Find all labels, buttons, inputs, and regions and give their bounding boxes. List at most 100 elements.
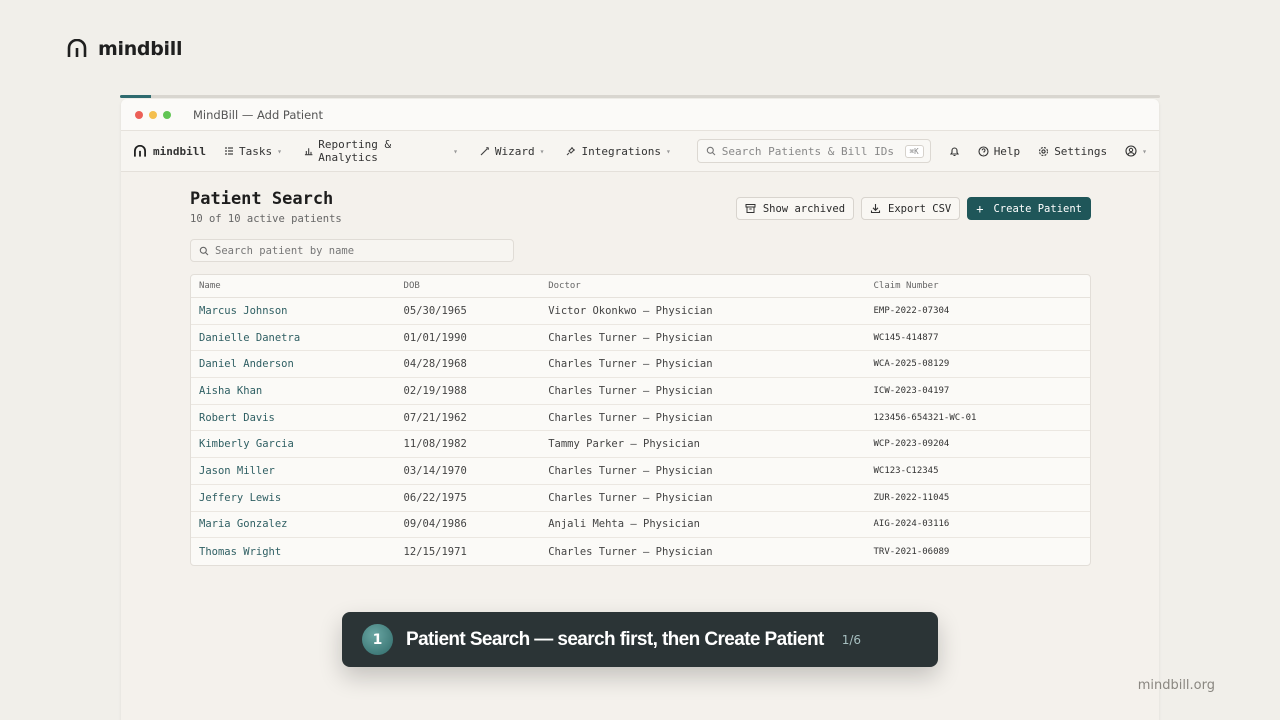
patient-doctor: Tammy Parker — Physician (548, 438, 700, 451)
nav-item-label: Reporting & Analytics (318, 138, 392, 164)
table-row[interactable]: Maria Gonzalez 09/04/1986 Anjali Mehta — P… (191, 512, 1090, 539)
patient-doctor: Charles Turner — Physician (548, 464, 713, 477)
brand-name: mindbill (98, 38, 183, 60)
patient-name-link[interactable]: Robert Davis (191, 412, 404, 424)
nav-item-label: Tasks (238, 144, 273, 158)
download-icon (870, 204, 881, 214)
patient-doctor: Charles Turner — Physician (548, 491, 713, 504)
table-header: Name DOB Doctor Claim Number (191, 275, 1090, 298)
settings-button[interactable]: Settings (1038, 145, 1107, 158)
help-icon (978, 145, 989, 157)
patient-dob: 02/19/1988 (403, 384, 467, 397)
patient-dob: 11/08/1982 (403, 438, 467, 451)
table-row[interactable]: Jason Miller 03/14/1970 Charles Turner — P… (191, 458, 1090, 485)
patient-dob: 09/04/1986 (403, 518, 467, 531)
global-search-placeholder: Search Patients & Bill IDs (721, 144, 894, 158)
patient-claim-number: 123456-654321-WC-01 (873, 412, 977, 423)
table-row[interactable]: Aisha Khan 02/19/1988 Charles Turner — Phy… (191, 378, 1090, 405)
patient-name-link[interactable]: Jeffery Lewis (191, 492, 404, 504)
search-shortcut-badge: ⌘K (904, 144, 924, 158)
nav-item-reporting[interactable]: Reporting & Analytics ▾ (304, 138, 458, 164)
chevron-down-icon: ▾ (665, 146, 671, 156)
patient-doctor: Anjali Mehta — Physician (548, 518, 700, 531)
column-header-doctor[interactable]: Doctor (548, 281, 873, 291)
patients-table: Name DOB Doctor Claim Number Marcus John… (190, 274, 1091, 566)
progress-fill (120, 95, 152, 98)
patient-doctor: Victor Okonkwo — Physician (548, 304, 713, 317)
nav-item-label: Wizard (494, 144, 535, 158)
patient-name-link[interactable]: Danielle Danetra (191, 332, 404, 344)
tour-step-toast: 1 Patient Search — search first, then Cr… (342, 612, 938, 667)
help-button[interactable]: Help (978, 144, 1021, 158)
patient-search-placeholder: Search patient by name (215, 244, 355, 257)
chevron-down-icon: ▾ (539, 146, 545, 156)
patient-dob: 01/01/1990 (403, 331, 467, 344)
patient-claim-number: TRV-2021-06089 (873, 546, 950, 557)
patient-name-link[interactable]: Jason Miller (191, 465, 404, 477)
table-row[interactable]: Marcus Johnson 05/30/1965 Victor Okonkwo —… (191, 298, 1090, 325)
patient-name-link[interactable]: Thomas Wright (191, 546, 404, 558)
global-search-input[interactable]: Search Patients & Bill IDs ⌘K (696, 139, 931, 163)
top-navbar: mindbill Tasks ▾ Reporting & Analytics ▾… (121, 131, 1159, 172)
footer-url[interactable]: mindbill.org (1138, 678, 1215, 693)
patient-name-link[interactable]: Aisha Khan (191, 385, 404, 397)
step-counter: 1/6 (841, 632, 862, 647)
table-body: Marcus Johnson 05/30/1965 Victor Okonkwo —… (191, 298, 1090, 565)
close-window-dot[interactable] (135, 110, 143, 119)
column-header-name[interactable]: Name (191, 281, 404, 291)
chevron-down-icon: ▾ (1142, 146, 1147, 156)
column-header-claim-number[interactable]: Claim Number (873, 281, 1090, 291)
help-label: Help (993, 144, 1021, 158)
magic-wand-icon (480, 147, 489, 156)
create-patient-button[interactable]: + Create Patient (967, 197, 1091, 220)
export-csv-label: Export CSV (888, 202, 952, 215)
table-row[interactable]: Kimberly Garcia 11/08/1982 Tammy Parker — … (191, 431, 1090, 459)
nav-item-tasks[interactable]: Tasks ▾ (224, 145, 282, 158)
patient-doctor: Charles Turner — Physician (548, 331, 713, 344)
column-header-dob[interactable]: DOB (404, 281, 549, 291)
notifications-button[interactable] (949, 146, 960, 157)
patient-search-input[interactable]: Search patient by name (190, 239, 514, 262)
patient-claim-number: ZUR-2022-11045 (873, 492, 950, 503)
patient-name-link[interactable]: Marcus Johnson (191, 305, 404, 317)
patient-dob: 05/30/1965 (403, 304, 467, 317)
user-avatar-icon (1125, 145, 1137, 157)
archive-icon (745, 204, 756, 213)
table-row[interactable]: Robert Davis 07/21/1962 Charles Turner — P… (191, 405, 1090, 432)
window-titlebar: MindBill — Add Patient (121, 99, 1159, 131)
toast-message: Patient Search — search first, then Crea… (406, 628, 824, 650)
brand-logo: mindbill (66, 38, 182, 60)
mindbill-logo-icon (134, 144, 146, 157)
tasks-icon (224, 147, 233, 155)
patient-dob: 12/15/1971 (403, 545, 467, 558)
user-menu-button[interactable]: ▾ (1125, 145, 1147, 157)
nav-item-label: Integrations (581, 144, 661, 158)
show-archived-button[interactable]: Show archived (735, 197, 855, 220)
page-title: Patient Search (190, 189, 334, 209)
mindbill-logo-icon (67, 39, 87, 57)
chevron-down-icon: ▾ (453, 146, 458, 156)
bar-chart-icon (304, 148, 313, 156)
table-row[interactable]: Jeffery Lewis 06/22/1975 Charles Turner — … (191, 485, 1090, 512)
maximize-window-dot[interactable] (163, 110, 171, 119)
nav-item-wizard[interactable]: Wizard ▾ (480, 144, 545, 158)
export-csv-button[interactable]: Export CSV (861, 197, 961, 220)
show-archived-label: Show archived (762, 202, 846, 215)
patient-name-link[interactable]: Kimberly Garcia (191, 438, 404, 450)
patient-dob: 07/21/1962 (403, 411, 467, 424)
patient-name-link[interactable]: Maria Gonzalez (191, 518, 404, 530)
nav-logo[interactable]: mindbill (133, 144, 206, 158)
gear-icon (1039, 146, 1049, 156)
patient-name-link[interactable]: Daniel Anderson (191, 358, 404, 370)
nav-right-group: Help Settings ▾ (949, 145, 1147, 158)
table-row[interactable]: Daniel Anderson 04/28/1968 Charles Turner … (191, 351, 1090, 379)
minimize-window-dot[interactable] (149, 110, 157, 119)
page-actions: Show archived Export CSV + Create Patien… (735, 197, 1091, 220)
plus-icon: + (976, 201, 984, 216)
table-row[interactable]: Thomas Wright 12/15/1971 Charles Turner — … (191, 538, 1090, 565)
nav-item-integrations[interactable]: Integrations ▾ (566, 144, 671, 158)
table-row[interactable]: Danielle Danetra 01/01/1990 Charles Turner… (191, 325, 1090, 352)
patient-doctor: Charles Turner — Physician (548, 545, 713, 558)
patient-claim-number: WC123-C12345 (873, 465, 939, 476)
patient-doctor: Charles Turner — Physician (548, 411, 713, 424)
